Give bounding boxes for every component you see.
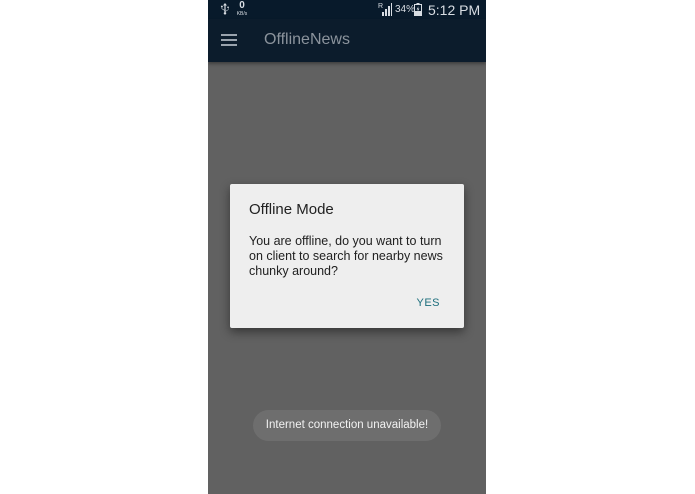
toast-message: Internet connection unavailable! [253,410,441,441]
network-speed: 0 KB/s [234,1,250,17]
battery-percent: 34% [395,4,416,15]
signal-badge: R [378,3,383,10]
dialog-message: You are offline, do you want to turn on … [249,234,443,278]
phone-screen: 0 KB/s R 34% 5:12 PM OfflineNews Offline… [208,0,486,494]
app-title: OfflineNews [264,31,350,48]
battery-charging-icon [414,3,422,16]
network-speed-unit: KB/s [236,11,248,17]
usb-icon [221,3,229,15]
signal-icon: R [378,3,392,16]
network-speed-value: 0 [239,0,245,11]
offline-mode-dialog: Offline Mode You are offline, do you wan… [230,184,464,328]
yes-button[interactable]: YES [416,297,440,309]
status-bar: 0 KB/s R 34% 5:12 PM [208,0,486,19]
app-bar: OfflineNews [208,19,486,62]
hamburger-menu-icon[interactable] [221,34,237,47]
status-clock: 5:12 PM [428,2,481,18]
dialog-title: Offline Mode [249,201,334,218]
